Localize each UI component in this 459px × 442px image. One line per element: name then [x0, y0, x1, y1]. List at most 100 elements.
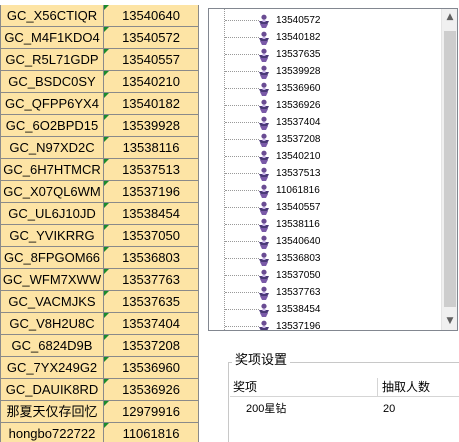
list-item[interactable]: 13540640 [209, 233, 441, 250]
column-header-prize[interactable]: 奖项 [230, 378, 378, 397]
sheet-cell-name[interactable]: GC_WFM7XWW [0, 269, 104, 291]
sheet-cell-id[interactable]: 13540182 [104, 93, 199, 115]
list-item[interactable]: 13540557 [209, 199, 441, 216]
list-item[interactable]: 13538116 [209, 216, 441, 233]
list-item[interactable]: 11061816 [209, 182, 441, 199]
sheet-cell-id[interactable]: 12979916 [104, 401, 199, 423]
sheet-cell-name[interactable]: GC_X07QL6WM [0, 181, 104, 203]
sheet-row: GC_UL6J10JD 13538454 [0, 203, 200, 225]
list-item-label: 13540182 [276, 32, 321, 43]
list-item-label: 13537635 [276, 49, 321, 60]
sheet-cell-id[interactable]: 11061816 [104, 423, 199, 442]
chevron-down-icon[interactable]: ▼ [442, 313, 457, 330]
sheet-row: GC_6O2BPD15 13539928 [0, 115, 200, 137]
list-item-label: 13540557 [276, 202, 321, 213]
tree-branch-line [225, 156, 259, 157]
list-item[interactable]: 13536960 [209, 80, 441, 97]
user-icon [257, 302, 271, 317]
sheet-row: GC_N97XD2C 13538116 [0, 137, 200, 159]
list-item[interactable]: 13536803 [209, 250, 441, 267]
sheet-cell-name[interactable]: GC_M4F1KDO4 [0, 27, 104, 49]
sheet-row: GC_BSDC0SY 13540210 [0, 71, 200, 93]
sheet-cell-name[interactable]: GC_8FPGOM66 [0, 247, 104, 269]
prize-grid[interactable]: 奖项 抽取人数 200星钻 20 [230, 378, 459, 442]
sheet-cell-id[interactable]: 13539928 [104, 115, 199, 137]
list-item[interactable]: 13537763 [209, 284, 441, 301]
sheet-cell-id[interactable]: 13537513 [104, 159, 199, 181]
sheet-cell-id[interactable]: 13540572 [104, 27, 199, 49]
sheet-cell-id[interactable]: 13537635 [104, 291, 199, 313]
user-icon [257, 234, 271, 249]
list-item[interactable]: 13537513 [209, 165, 441, 182]
list-item[interactable]: 13536926 [209, 97, 441, 114]
sheet-cell-id[interactable]: 13536926 [104, 379, 199, 401]
list-item[interactable]: 13539928 [209, 63, 441, 80]
sheet-cell-id[interactable]: 13537404 [104, 313, 199, 335]
sheet-cell-name[interactable]: GC_N97XD2C [0, 137, 104, 159]
list-item-label: 13536803 [276, 253, 321, 264]
sheet-cell-name[interactable]: hongbo722722 [0, 423, 104, 442]
column-header-count[interactable]: 抽取人数 [379, 378, 459, 397]
sheet-cell-id[interactable]: 13537050 [104, 225, 199, 247]
user-icon [257, 132, 271, 147]
sheet-cell-name[interactable]: GC_V8H2U8C [0, 313, 104, 335]
sheet-cell-name[interactable]: GC_UL6J10JD [0, 203, 104, 225]
sheet-cell-name[interactable]: GC_QFPP6YX4 [0, 93, 104, 115]
sheet-cell-name[interactable]: 那夏天仅存回忆 [0, 401, 104, 423]
sheet-cell-name[interactable]: GC_6H7HTMCR [0, 159, 104, 181]
list-item[interactable]: 13537404 [209, 114, 441, 131]
sheet-cell-id[interactable]: 13540210 [104, 71, 199, 93]
prize-row[interactable]: 200星钻 20 [230, 400, 459, 418]
sheet-cell-name[interactable]: GC_R5L71GDP [0, 49, 104, 71]
id-list-box[interactable]: 13540572 13540182 13537635 13539928 13536960… [208, 8, 458, 331]
user-icon [257, 98, 271, 113]
sheet-cell-id[interactable]: 13537196 [104, 181, 199, 203]
spreadsheet-area: GC_X56CTIQR 13540640 GC_M4F1KDO4 13540572 GC… [0, 0, 200, 442]
sheet-cell-name[interactable]: GC_6824D9B [0, 335, 104, 357]
user-icon [257, 81, 271, 96]
user-icon [257, 319, 271, 330]
sheet-cell-name[interactable]: GC_YVIKRRG [0, 225, 104, 247]
scrollbar-thumb[interactable] [444, 31, 456, 307]
list-item[interactable]: 13537196 [209, 318, 441, 330]
vertical-scrollbar[interactable]: ▲ ▼ [441, 9, 457, 330]
sheet-cell-id[interactable]: 13538116 [104, 137, 199, 159]
sheet-row: GC_R5L71GDP 13540557 [0, 49, 200, 71]
user-icon [257, 64, 271, 79]
sheet-cell-id[interactable]: 13540557 [104, 49, 199, 71]
sheet-cell-id[interactable]: 13540640 [104, 5, 199, 27]
list-item[interactable]: 13537635 [209, 46, 441, 63]
tree-branch-line [225, 292, 259, 293]
user-icon [257, 149, 271, 164]
chevron-up-icon[interactable]: ▲ [442, 9, 457, 26]
user-icon [257, 200, 271, 215]
tree-branch-line [225, 258, 259, 259]
sheet-cell-name[interactable]: GC_7YX249G2 [0, 357, 104, 379]
sheet-cell-id[interactable]: 13537208 [104, 335, 199, 357]
sheet-cell-id[interactable]: 13536960 [104, 357, 199, 379]
list-item-label: 13538454 [276, 304, 321, 315]
user-icon [257, 30, 271, 45]
sheet-cell-name[interactable]: GC_VACMJKS [0, 291, 104, 313]
sheet-cell-name[interactable]: GC_X56CTIQR [0, 5, 104, 27]
tree-branch-line [225, 275, 259, 276]
list-item[interactable]: 13538454 [209, 301, 441, 318]
tree-branch-line [225, 241, 259, 242]
list-item[interactable]: 13537050 [209, 267, 441, 284]
sheet-cell-name[interactable]: GC_BSDC0SY [0, 71, 104, 93]
sheet-row: GC_7YX249G2 13536960 [0, 357, 200, 379]
list-item[interactable]: 13540182 [209, 29, 441, 46]
list-item[interactable]: 13540210 [209, 148, 441, 165]
list-item[interactable]: 13540572 [209, 12, 441, 29]
list-item-label: 13536960 [276, 83, 321, 94]
list-item-label: 13540210 [276, 151, 321, 162]
list-item[interactable]: 13537208 [209, 131, 441, 148]
tree-branch-line [225, 139, 259, 140]
sheet-cell-id[interactable]: 13538454 [104, 203, 199, 225]
prize-settings-title: 奖项设置 [232, 352, 291, 368]
sheet-cell-name[interactable]: GC_6O2BPD15 [0, 115, 104, 137]
sheet-cell-id[interactable]: 13537763 [104, 269, 199, 291]
sheet-cell-id[interactable]: 13536803 [104, 247, 199, 269]
sheet-cell-name[interactable]: GC_DAUIK8RD [0, 379, 104, 401]
sheet-row: GC_DAUIK8RD 13536926 [0, 379, 200, 401]
